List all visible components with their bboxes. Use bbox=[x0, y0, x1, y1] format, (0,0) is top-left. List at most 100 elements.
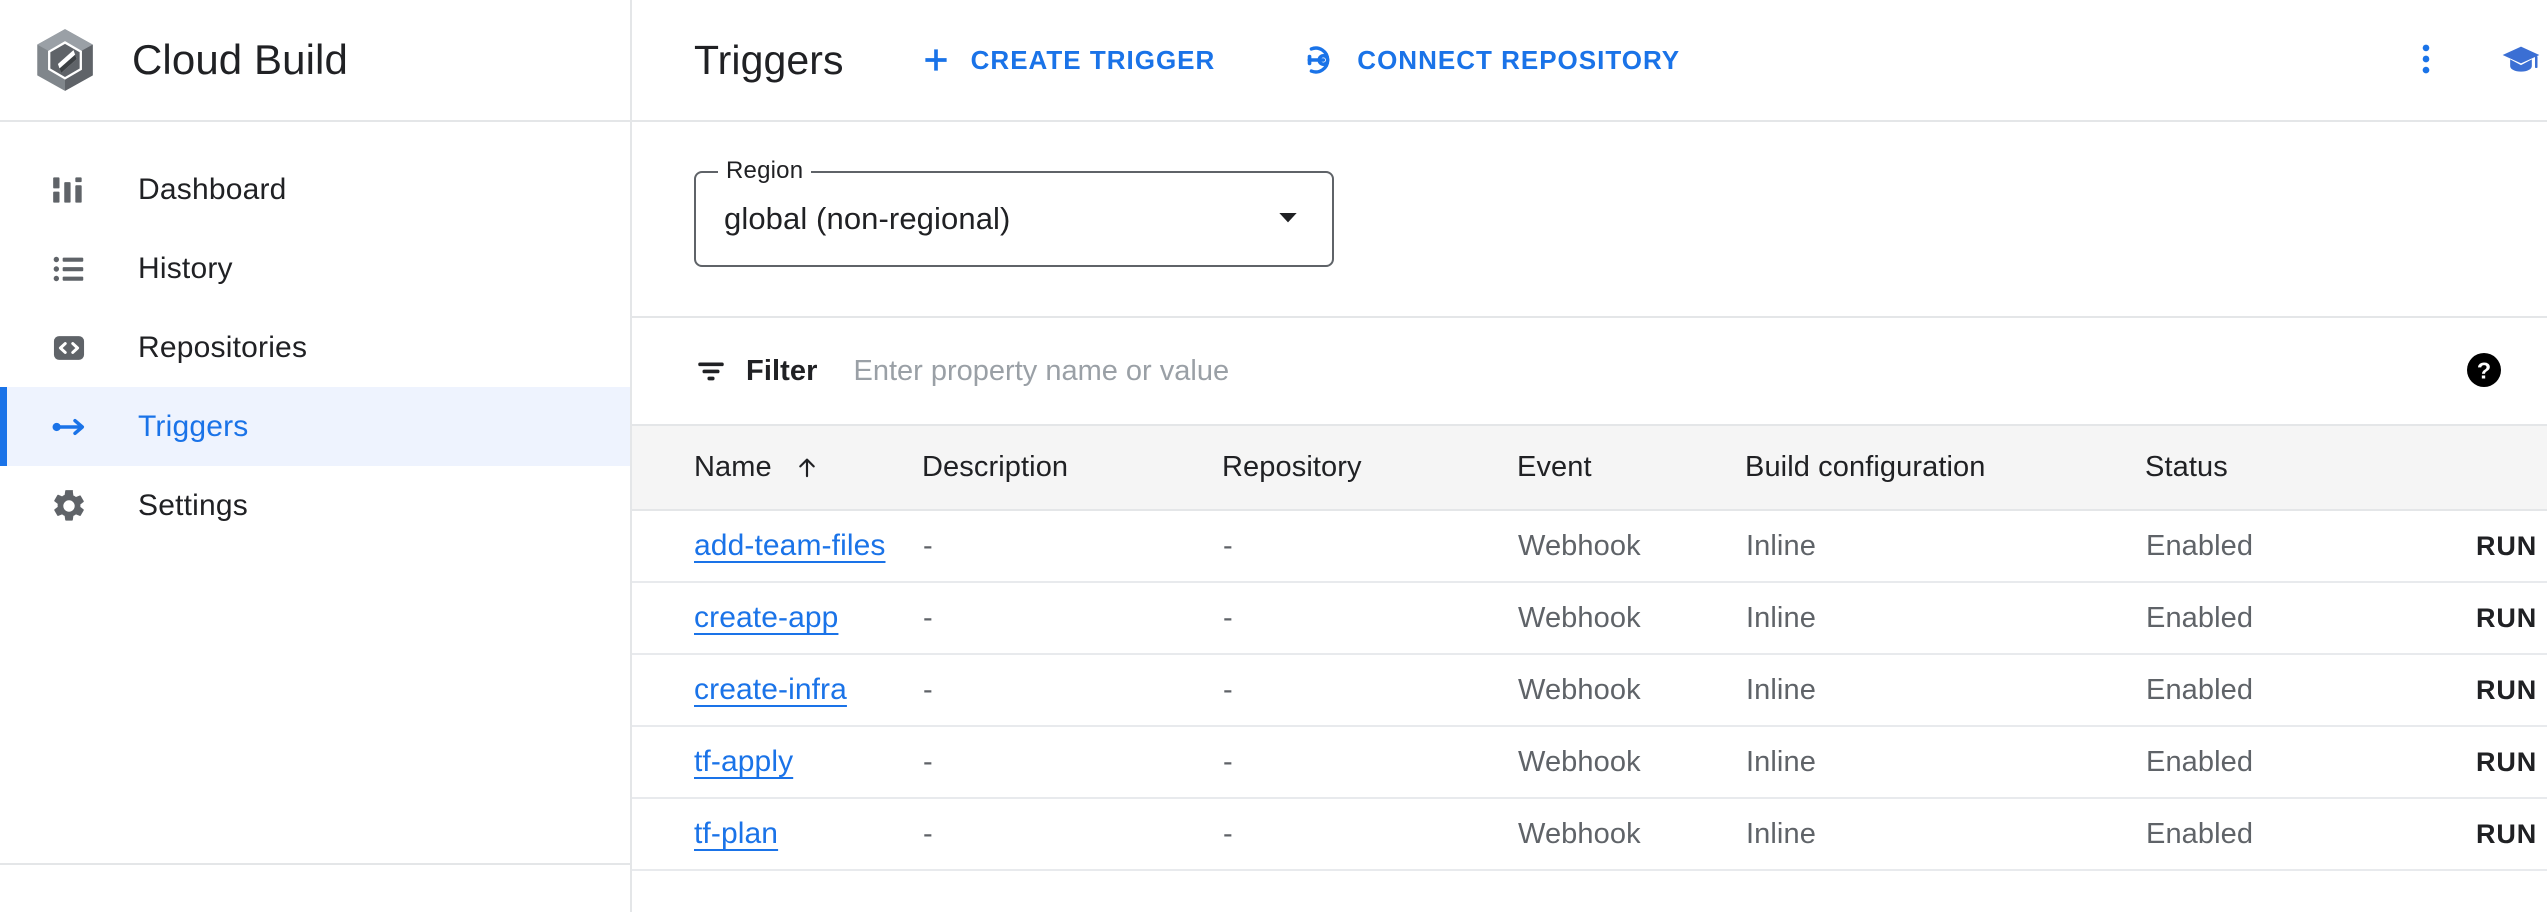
connect-repository-button[interactable]: CONNECT REPOSITORY bbox=[1287, 29, 1698, 91]
sidebar-item-label: Repositories bbox=[138, 331, 307, 365]
run-button[interactable]: RUN bbox=[2476, 603, 2537, 634]
plus-icon bbox=[919, 43, 953, 77]
sidebar-nav: Dashboard History bbox=[0, 122, 630, 545]
cell-description: - bbox=[922, 510, 1222, 582]
trigger-name-link[interactable]: tf-plan bbox=[694, 817, 778, 850]
cell-event: Webhook bbox=[1517, 582, 1745, 654]
table-row[interactable]: create-app - - Webhook Inline Enabled RU… bbox=[632, 582, 2547, 654]
column-header-repository[interactable]: Repository bbox=[1222, 426, 1517, 510]
run-button[interactable]: RUN bbox=[2476, 747, 2537, 778]
cell-description: - bbox=[922, 726, 1222, 798]
sidebar-item-dashboard[interactable]: Dashboard bbox=[0, 150, 630, 229]
sidebar-item-triggers[interactable]: Triggers bbox=[0, 387, 630, 466]
sidebar-item-history[interactable]: History bbox=[0, 229, 630, 308]
cell-repository: - bbox=[1222, 654, 1517, 726]
column-header-status[interactable]: Status bbox=[2145, 426, 2475, 510]
filter-row: Filter ? bbox=[632, 318, 2547, 426]
cell-description: - bbox=[922, 582, 1222, 654]
region-select[interactable]: Region global (non-regional) bbox=[694, 171, 1334, 267]
sidebar-item-label: Dashboard bbox=[138, 173, 287, 207]
cell-description: - bbox=[922, 654, 1222, 726]
filter-label: Filter bbox=[746, 355, 818, 388]
cell-description: - bbox=[922, 798, 1222, 870]
table-header-row: Name Description Repository Event bbox=[632, 426, 2547, 510]
cell-status: Enabled bbox=[2145, 798, 2475, 870]
cell-event: Webhook bbox=[1517, 654, 1745, 726]
sidebar-bottom-divider bbox=[0, 863, 630, 865]
create-trigger-button[interactable]: CREATE TRIGGER bbox=[901, 29, 1234, 91]
sidebar-item-settings[interactable]: Settings bbox=[0, 466, 630, 545]
column-header-name-label: Name bbox=[694, 451, 772, 484]
arrow-up-icon bbox=[794, 455, 820, 481]
trigger-name-link[interactable]: create-app bbox=[694, 601, 838, 634]
brand-header: Cloud Build bbox=[0, 0, 630, 122]
cell-build-configuration: Inline bbox=[1745, 510, 2145, 582]
region-select-value: global (non-regional) bbox=[724, 201, 1010, 237]
column-header-description[interactable]: Description bbox=[922, 426, 1222, 510]
cell-build-configuration: Inline bbox=[1745, 726, 2145, 798]
region-row: Region global (non-regional) bbox=[632, 122, 2547, 318]
column-header-event[interactable]: Event bbox=[1517, 426, 1745, 510]
filter-input[interactable] bbox=[852, 354, 2452, 389]
create-trigger-label: CREATE TRIGGER bbox=[971, 45, 1216, 76]
table-head: Name Description Repository Event bbox=[632, 426, 2547, 510]
topbar-actions: CREATE TRIGGER CONNECT REPOSITORY bbox=[901, 29, 1698, 91]
sidebar-item-label: History bbox=[138, 252, 233, 286]
topbar-overflow-menu-button[interactable] bbox=[2393, 27, 2459, 93]
cell-repository: - bbox=[1222, 510, 1517, 582]
connect-arrow-circle-icon bbox=[1305, 43, 1339, 77]
column-header-run-action bbox=[2475, 426, 2547, 510]
sidebar-item-repositories[interactable]: Repositories bbox=[0, 308, 630, 387]
cell-status: Enabled bbox=[2145, 582, 2475, 654]
sidebar: Cloud Build Dashboard bbox=[0, 0, 632, 912]
main-content: Triggers CREATE TRIGGER bbox=[632, 0, 2547, 912]
region-select-label: Region bbox=[718, 157, 811, 185]
page-title: Triggers bbox=[694, 37, 844, 84]
cell-build-configuration: Inline bbox=[1745, 654, 2145, 726]
connect-repository-label: CONNECT REPOSITORY bbox=[1357, 45, 1680, 76]
column-header-build-configuration[interactable]: Build configuration bbox=[1745, 426, 2145, 510]
table-row[interactable]: add-team-files - - Webhook Inline Enable… bbox=[632, 510, 2547, 582]
cell-repository: - bbox=[1222, 726, 1517, 798]
sidebar-item-label: Settings bbox=[138, 489, 248, 523]
trigger-name-link[interactable]: add-team-files bbox=[694, 529, 885, 562]
trigger-arrow-icon bbox=[48, 406, 90, 448]
graduation-cap-icon bbox=[2501, 40, 2541, 80]
run-button[interactable]: RUN bbox=[2476, 819, 2537, 850]
more-vert-icon bbox=[2407, 40, 2445, 81]
list-icon bbox=[48, 248, 90, 290]
filter-funnel-icon[interactable] bbox=[694, 354, 728, 388]
brand-title: Cloud Build bbox=[132, 36, 348, 84]
cell-event: Webhook bbox=[1517, 798, 1745, 870]
dashboard-bars-icon bbox=[48, 169, 90, 211]
help-button[interactable]: ? bbox=[2451, 338, 2517, 404]
cell-repository: - bbox=[1222, 798, 1517, 870]
table-row[interactable]: tf-apply - - Webhook Inline Enabled RUN bbox=[632, 726, 2547, 798]
sidebar-item-label: Triggers bbox=[138, 410, 249, 444]
triggers-table-container: Name Description Repository Event bbox=[632, 426, 2547, 912]
cloud-build-triggers-page: Cloud Build Dashboard bbox=[0, 0, 2547, 912]
cloud-build-cube-logo-icon bbox=[28, 23, 102, 97]
cell-build-configuration: Inline bbox=[1745, 582, 2145, 654]
run-button[interactable]: RUN bbox=[2476, 675, 2537, 706]
table-body: add-team-files - - Webhook Inline Enable… bbox=[632, 510, 2547, 870]
help-circle-icon: ? bbox=[2464, 350, 2504, 393]
cell-event: Webhook bbox=[1517, 726, 1745, 798]
gear-icon bbox=[48, 485, 90, 527]
cell-build-configuration: Inline bbox=[1745, 798, 2145, 870]
topbar: Triggers CREATE TRIGGER bbox=[632, 0, 2547, 122]
cell-event: Webhook bbox=[1517, 510, 1745, 582]
column-header-name[interactable]: Name bbox=[632, 426, 922, 510]
chevron-down-icon bbox=[1272, 201, 1304, 238]
run-button[interactable]: RUN bbox=[2476, 531, 2537, 562]
cell-status: Enabled bbox=[2145, 654, 2475, 726]
table-row[interactable]: create-infra - - Webhook Inline Enabled … bbox=[632, 654, 2547, 726]
learn-button[interactable]: LEARN bbox=[2487, 28, 2547, 92]
cell-status: Enabled bbox=[2145, 510, 2475, 582]
trigger-name-link[interactable]: tf-apply bbox=[694, 745, 793, 778]
triggers-table: Name Description Repository Event bbox=[632, 426, 2547, 871]
code-brackets-icon bbox=[48, 327, 90, 369]
trigger-name-link[interactable]: create-infra bbox=[694, 673, 847, 706]
cell-repository: - bbox=[1222, 582, 1517, 654]
table-row[interactable]: tf-plan - - Webhook Inline Enabled RUN bbox=[632, 798, 2547, 870]
